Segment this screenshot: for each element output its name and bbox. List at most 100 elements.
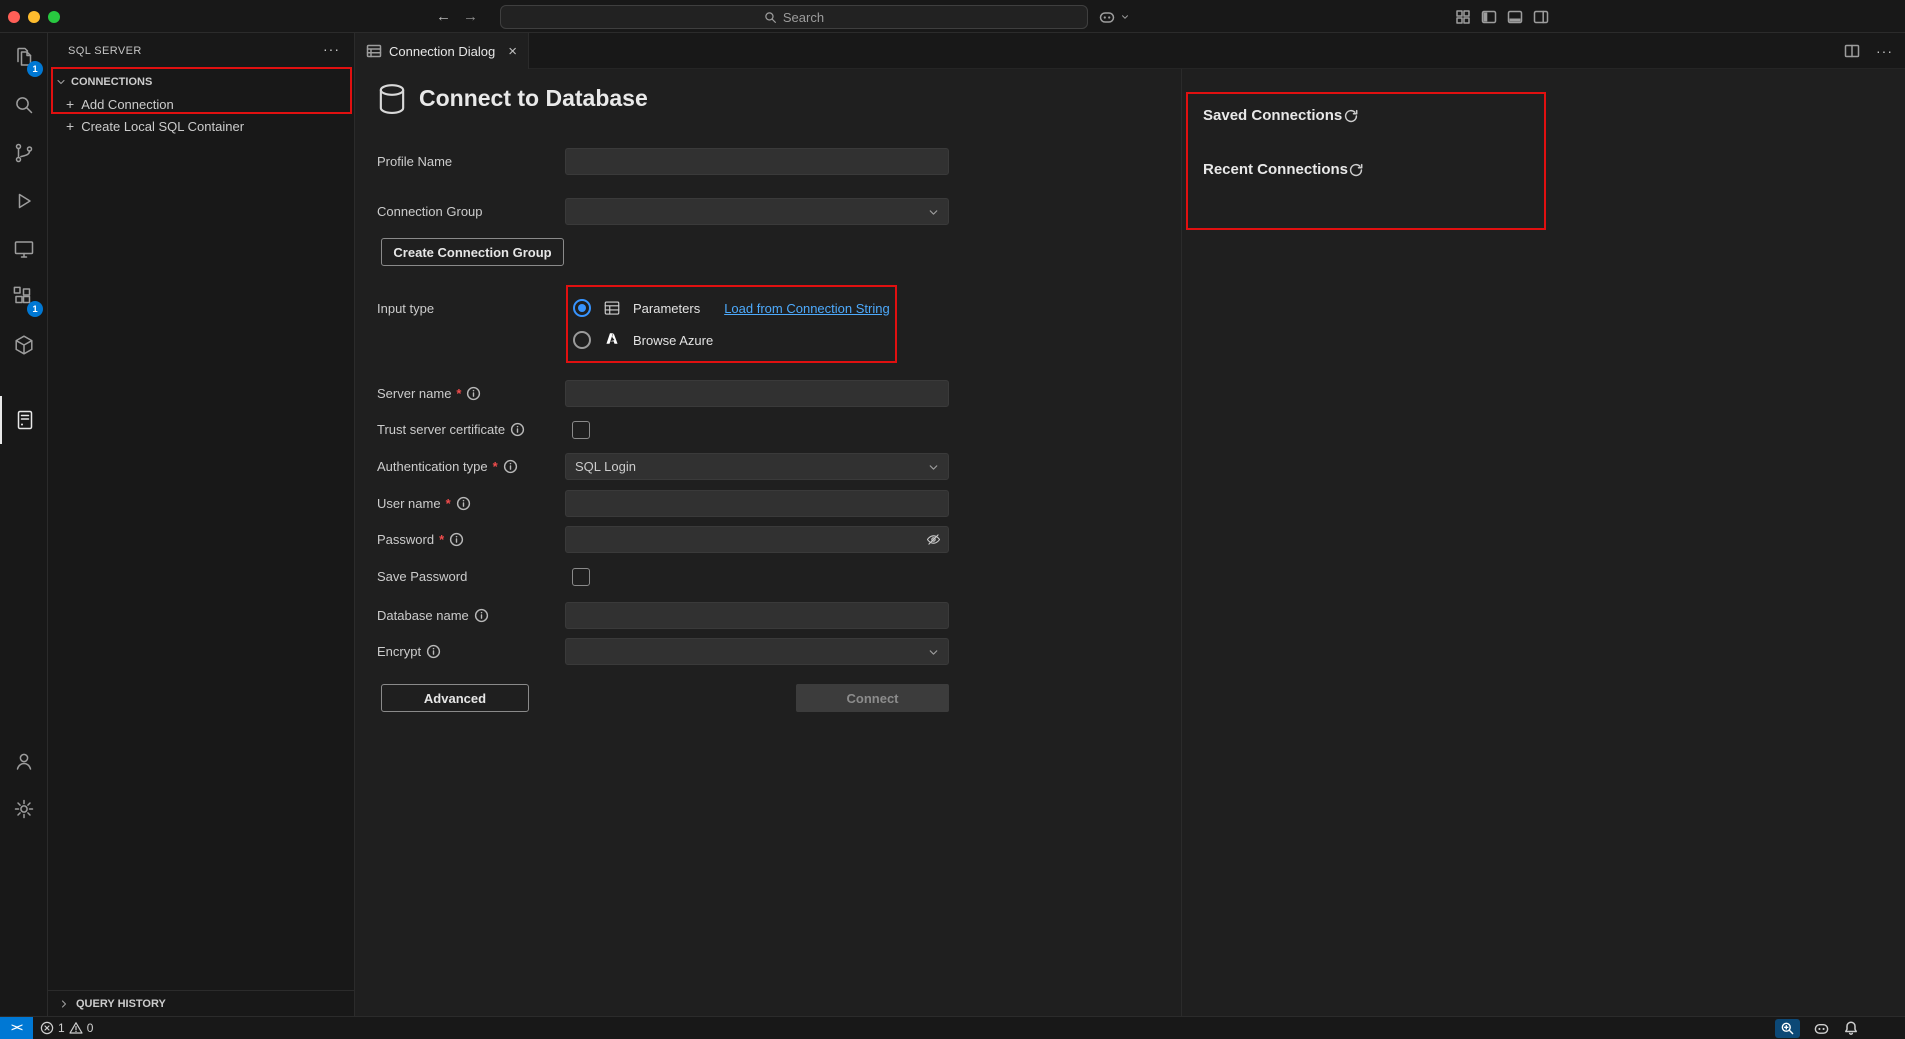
form-row-password: Password * bbox=[377, 526, 949, 553]
zoom-magnifier-icon bbox=[1780, 1021, 1795, 1036]
connect-button[interactable]: Connect bbox=[796, 684, 949, 712]
zoom-status-item[interactable] bbox=[1775, 1019, 1800, 1038]
info-icon bbox=[466, 386, 481, 401]
toggle-secondary-sidebar-icon[interactable] bbox=[1533, 9, 1549, 25]
connections-section-header[interactable]: CONNECTIONS bbox=[48, 71, 354, 93]
search-placeholder: Search bbox=[783, 10, 824, 25]
tab-close-icon[interactable]: × bbox=[508, 43, 517, 60]
customize-layout-icon[interactable] bbox=[1455, 9, 1471, 25]
input-type-label: Input type bbox=[377, 301, 434, 316]
sidebar-header: SQL SERVER ··· bbox=[48, 33, 354, 68]
parameters-radio[interactable] bbox=[573, 299, 591, 317]
profile-name-input[interactable] bbox=[565, 148, 949, 175]
sql-server-sidebar: SQL SERVER ··· CONNECTIONS + Add Connect… bbox=[48, 33, 355, 1016]
refresh-icon[interactable] bbox=[1343, 108, 1359, 124]
create-local-sql-container-label: Create Local SQL Container bbox=[81, 119, 244, 134]
minimize-window-button[interactable] bbox=[28, 11, 40, 23]
query-history-label: QUERY HISTORY bbox=[76, 998, 166, 1010]
activity-extensions[interactable]: 1 bbox=[0, 273, 48, 321]
toggle-panel-icon[interactable] bbox=[1507, 9, 1523, 25]
connection-group-dropdown[interactable] bbox=[565, 198, 949, 225]
database-icon bbox=[375, 82, 409, 116]
query-history-section-header[interactable]: QUERY HISTORY bbox=[48, 990, 354, 1016]
load-from-connection-string-link[interactable]: Load from Connection String bbox=[724, 301, 889, 316]
activity-search[interactable] bbox=[0, 81, 48, 129]
copilot-icon[interactable] bbox=[1813, 1020, 1830, 1037]
save-password-checkbox[interactable] bbox=[572, 568, 590, 586]
server-name-input[interactable] bbox=[565, 380, 949, 407]
azure-icon bbox=[603, 331, 621, 349]
form-row-profile-name: Profile Name bbox=[377, 148, 949, 175]
maximize-window-button[interactable] bbox=[48, 11, 60, 23]
browse-azure-radio[interactable] bbox=[573, 331, 591, 349]
explorer-badge: 1 bbox=[27, 61, 43, 77]
encrypt-dropdown[interactable] bbox=[565, 638, 949, 665]
back-arrow-icon[interactable]: ← bbox=[436, 8, 451, 25]
chevron-right-icon bbox=[58, 998, 70, 1010]
activity-remote-explorer[interactable] bbox=[0, 225, 48, 273]
trust-certificate-checkbox[interactable] bbox=[572, 421, 590, 439]
form-row-connection-group: Connection Group bbox=[377, 198, 949, 225]
activity-bar: 1 1 bbox=[0, 33, 48, 1016]
trust-certificate-label: Trust server certificate bbox=[377, 422, 505, 437]
form-row-user-name: User name * bbox=[377, 490, 949, 517]
activity-sql-server[interactable] bbox=[0, 396, 48, 444]
copilot-menu[interactable] bbox=[1098, 0, 1130, 33]
activity-settings[interactable] bbox=[0, 785, 48, 833]
error-icon bbox=[40, 1021, 54, 1035]
workbench: 1 1 bbox=[0, 33, 1905, 1016]
close-window-button[interactable] bbox=[8, 11, 20, 23]
user-name-input[interactable] bbox=[565, 490, 949, 517]
info-icon bbox=[503, 459, 518, 474]
add-connection-item[interactable]: + Add Connection bbox=[48, 93, 354, 115]
user-name-label: User name bbox=[377, 496, 441, 511]
password-input[interactable] bbox=[565, 526, 949, 553]
create-local-sql-container-item[interactable]: + Create Local SQL Container bbox=[48, 115, 354, 137]
tab-connection-dialog[interactable]: Connection Dialog × bbox=[355, 33, 529, 69]
required-marker: * bbox=[439, 532, 444, 547]
sidebar-more-actions[interactable]: ··· bbox=[323, 41, 340, 57]
copilot-icon bbox=[1098, 8, 1116, 26]
window-controls bbox=[8, 0, 60, 33]
create-connection-group-button[interactable]: Create Connection Group bbox=[381, 238, 564, 266]
toggle-primary-sidebar-icon[interactable] bbox=[1481, 9, 1497, 25]
error-count: 1 bbox=[58, 1021, 65, 1035]
database-name-label: Database name bbox=[377, 608, 469, 623]
connection-dialog-tab-icon bbox=[366, 43, 382, 59]
panel-divider bbox=[1181, 69, 1182, 1016]
parameters-radio-label[interactable]: Parameters bbox=[633, 301, 700, 316]
search-icon bbox=[764, 11, 777, 24]
problems-status[interactable]: 1 0 bbox=[40, 1017, 93, 1039]
plus-icon: + bbox=[66, 96, 74, 112]
chevron-down-icon bbox=[55, 76, 67, 88]
connections-section-label: CONNECTIONS bbox=[71, 76, 152, 88]
advanced-button[interactable]: Advanced bbox=[381, 684, 529, 712]
split-editor-icon[interactable] bbox=[1844, 43, 1860, 59]
warning-icon bbox=[69, 1021, 83, 1035]
authentication-type-dropdown[interactable]: SQL Login bbox=[565, 453, 949, 480]
editor-actions: ··· bbox=[1844, 33, 1893, 69]
activity-explorer[interactable]: 1 bbox=[0, 33, 48, 81]
required-marker: * bbox=[456, 386, 461, 401]
activity-source-control[interactable] bbox=[0, 129, 48, 177]
database-name-input[interactable] bbox=[565, 602, 949, 629]
form-row-database-name: Database name bbox=[377, 602, 949, 629]
editor-more-actions[interactable]: ··· bbox=[1876, 43, 1893, 59]
forward-arrow-icon[interactable]: → bbox=[463, 8, 478, 25]
bell-icon[interactable] bbox=[1843, 1020, 1859, 1036]
recent-connections-heading: Recent Connections bbox=[1203, 161, 1348, 178]
command-center-search[interactable]: Search bbox=[500, 5, 1088, 29]
account-icon bbox=[12, 749, 36, 773]
plus-icon: + bbox=[66, 118, 74, 134]
eye-off-icon[interactable] bbox=[925, 531, 942, 548]
vscode-window: ← → Search 1 bbox=[0, 0, 1905, 1039]
status-bar: >< 1 0 bbox=[0, 1016, 1905, 1039]
activity-accounts[interactable] bbox=[0, 737, 48, 785]
refresh-icon[interactable] bbox=[1348, 162, 1364, 178]
remote-indicator[interactable]: >< bbox=[0, 1017, 33, 1039]
activity-run-debug[interactable] bbox=[0, 177, 48, 225]
browse-azure-radio-label[interactable]: Browse Azure bbox=[633, 333, 713, 348]
encrypt-label: Encrypt bbox=[377, 644, 421, 659]
status-bar-right bbox=[1775, 1017, 1859, 1039]
activity-containers[interactable] bbox=[0, 321, 48, 369]
